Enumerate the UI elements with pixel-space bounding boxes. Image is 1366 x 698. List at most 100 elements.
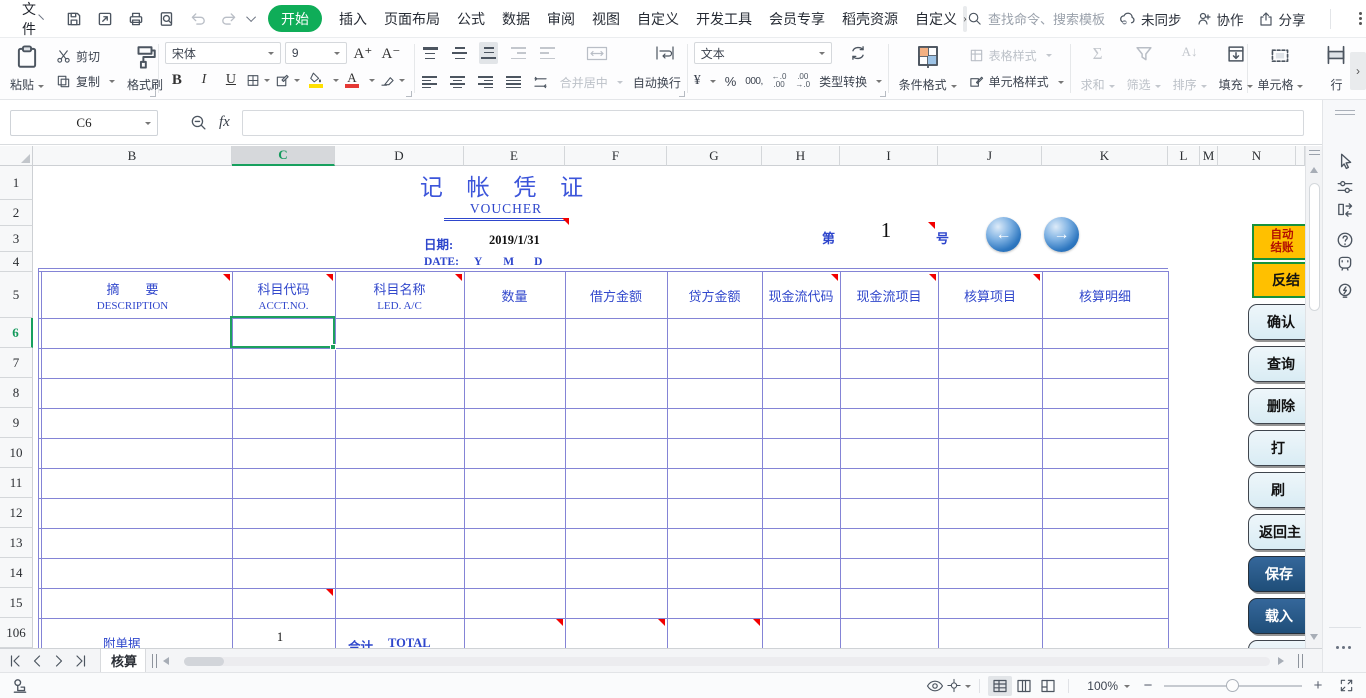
alignment-dialog-launcher[interactable]: [679, 91, 685, 97]
row-header-5[interactable]: 5: [0, 272, 33, 318]
voucher-date-value[interactable]: 2019/1/31: [489, 233, 540, 248]
row-header-6[interactable]: 6: [0, 318, 33, 348]
voucher-header-D[interactable]: 科目名称LED. A/C: [336, 273, 463, 317]
italic-button[interactable]: I: [192, 69, 216, 91]
macro-button-删除[interactable]: 删除: [1248, 388, 1305, 424]
voucher-header-C[interactable]: 科目代码ACCT.NO.: [233, 273, 334, 317]
column-header-N[interactable]: N: [1218, 146, 1296, 166]
wrap-text-button[interactable]: 自动换行: [633, 70, 681, 94]
borders-button[interactable]: [246, 69, 270, 91]
fill-handle[interactable]: [330, 344, 336, 350]
decrease-indent-button[interactable]: [508, 42, 527, 64]
cell-style-button[interactable]: 单元格样式: [969, 71, 1064, 94]
row-header-9[interactable]: 9: [0, 408, 33, 438]
type-convert-icon[interactable]: [846, 42, 870, 64]
ribbon-tab-9[interactable]: 开发工具: [696, 9, 752, 29]
zoom-in-button[interactable]: +: [1310, 677, 1326, 694]
align-center-button[interactable]: [449, 71, 467, 93]
bold-button[interactable]: B: [165, 69, 189, 91]
horizontal-scrollbar[interactable]: [184, 657, 1270, 666]
sidebar-more-icon[interactable]: [1336, 646, 1351, 649]
spreadsheet-grid[interactable]: 记 帐 凭 证 VOUCHER 日期: 2019/1/31 DATE:YMD 第…: [0, 146, 1305, 648]
ribbon-tab-4[interactable]: 公式: [457, 9, 485, 29]
select-all-corner[interactable]: [0, 146, 33, 166]
zoom-level[interactable]: 100%: [1087, 679, 1118, 693]
scroll-down-icon[interactable]: [1310, 634, 1318, 640]
ribbon-tab-5[interactable]: 数据: [502, 9, 530, 29]
fill-color-button[interactable]: [306, 72, 326, 88]
column-header-B[interactable]: B: [33, 146, 232, 166]
attach-docs-value[interactable]: 1: [262, 630, 298, 645]
zoom-out-button[interactable]: −: [1140, 677, 1156, 694]
font-name-select[interactable]: 宋体: [165, 42, 281, 64]
voucher-header-K[interactable]: 核算明细: [1043, 273, 1167, 317]
ribbon-tab-2[interactable]: 插入: [339, 9, 367, 29]
properties-sliders-icon[interactable]: [1334, 176, 1356, 198]
page-layout-view-button[interactable]: [1012, 676, 1036, 696]
ribbon-tab-10[interactable]: 会员专享: [769, 9, 825, 29]
split-handle-icon[interactable]: [1309, 150, 1320, 155]
clear-format-button[interactable]: [378, 69, 408, 91]
wrap-text-icon[interactable]: [649, 42, 681, 64]
share-button[interactable]: 分享: [1258, 9, 1306, 29]
next-sheet-icon[interactable]: [48, 653, 70, 669]
currency-button[interactable]: ¥: [694, 69, 716, 93]
next-voucher-button[interactable]: →: [1044, 217, 1079, 252]
column-header-H[interactable]: H: [762, 146, 840, 166]
macro-button-自动结账[interactable]: 自动结账: [1252, 224, 1305, 260]
row-header-15[interactable]: 15: [0, 588, 33, 618]
ribbon-tab-7[interactable]: 视图: [592, 9, 620, 29]
align-left-button[interactable]: [421, 71, 439, 93]
voucher-header-G[interactable]: 贷方金额: [668, 273, 761, 317]
increase-indent-button[interactable]: [538, 42, 557, 64]
zoom-formula-icon[interactable]: [190, 114, 207, 131]
align-top-button[interactable]: [421, 42, 440, 64]
cut-button[interactable]: 剪切: [56, 44, 115, 68]
save-icon[interactable]: [63, 8, 85, 30]
name-box[interactable]: C6: [10, 110, 158, 136]
justify-button[interactable]: [504, 71, 522, 93]
column-header-K[interactable]: K: [1042, 146, 1168, 166]
ribbon-tab-12[interactable]: 自定义: [915, 9, 957, 29]
hscroll-split-handle[interactable]: [1298, 654, 1303, 668]
copy-button[interactable]: 复制: [56, 69, 115, 93]
column-header-I[interactable]: I: [840, 146, 938, 166]
number-dialog-launcher[interactable]: [880, 91, 886, 97]
font-size-select[interactable]: 9: [285, 42, 347, 64]
paste-button[interactable]: 粘贴: [6, 42, 48, 95]
formula-input[interactable]: [242, 110, 1304, 136]
macro-button-反结[interactable]: 反结: [1252, 262, 1305, 298]
row-header-11[interactable]: 11: [0, 468, 33, 498]
voucher-header-B[interactable]: 摘 要DESCRIPTION: [34, 273, 231, 317]
macro-button-返回主[interactable]: 返回主: [1248, 514, 1305, 550]
percent-button[interactable]: %: [725, 69, 737, 93]
ribbon-tab-6[interactable]: 审阅: [547, 9, 575, 29]
type-convert-button[interactable]: 类型转换: [819, 69, 882, 93]
macro-button-保存[interactable]: 保存: [1248, 556, 1305, 592]
fx-icon[interactable]: fx: [219, 114, 230, 131]
increase-font-button[interactable]: A⁺: [351, 42, 375, 64]
font-color-button[interactable]: A: [342, 72, 362, 88]
redo-icon[interactable]: [218, 8, 240, 30]
decrease-decimal-button[interactable]: .00→.0: [795, 73, 810, 89]
macro-button-载入[interactable]: 载入: [1248, 598, 1305, 634]
cursor-icon[interactable]: [1334, 150, 1356, 172]
scroll-up-icon[interactable]: [1310, 167, 1318, 173]
ribbon-scroll-right-button[interactable]: ›: [1350, 52, 1366, 90]
command-search[interactable]: 查找命令、搜索模板: [967, 9, 1105, 28]
column-header-D[interactable]: D: [335, 146, 464, 166]
vertical-scrollbar-thumb[interactable]: [1309, 183, 1320, 311]
export-icon[interactable]: [94, 8, 116, 30]
zoom-slider-knob[interactable]: [1226, 679, 1239, 692]
row-header-106[interactable]: 106: [0, 618, 33, 648]
first-sheet-icon[interactable]: [4, 653, 26, 669]
row-header-14[interactable]: 14: [0, 558, 33, 588]
qat-more-chevron-icon[interactable]: [246, 12, 256, 22]
fullscreen-icon[interactable]: [1334, 676, 1358, 696]
column-header-G[interactable]: G: [667, 146, 762, 166]
sidebar-drag-handle[interactable]: [1335, 110, 1355, 115]
row-header-7[interactable]: 7: [0, 348, 33, 378]
vertical-scrollbar[interactable]: [1305, 146, 1322, 648]
voucher-no-value[interactable]: 1: [866, 218, 906, 243]
voucher-header-H[interactable]: 现金流代码: [763, 273, 839, 317]
